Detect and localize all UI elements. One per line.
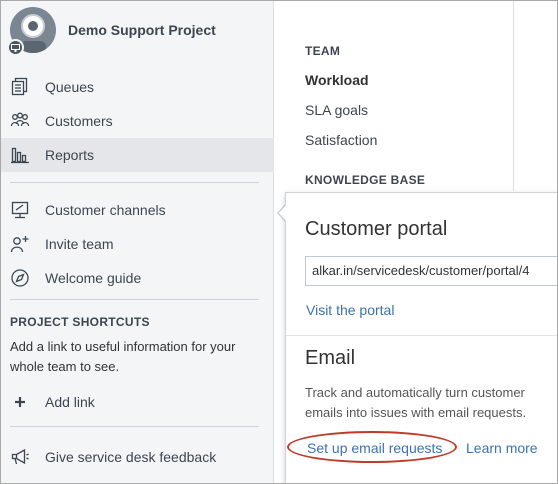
sidebar-item-label: Customer channels xyxy=(45,202,166,218)
sidebar-item-welcome-guide[interactable]: Welcome guide xyxy=(1,261,274,295)
project-sidebar: Demo Support Project Queues Customers Re… xyxy=(1,1,274,483)
feedback-label: Give service desk feedback xyxy=(45,449,217,465)
sidebar-divider xyxy=(10,426,259,427)
sidebar-divider xyxy=(10,182,259,183)
sidebar-item-customer-channels[interactable]: Customer channels xyxy=(1,193,274,227)
sidebar-item-label: Reports xyxy=(45,147,95,163)
sidebar-item-queues[interactable]: Queues xyxy=(1,70,274,104)
team-heading: TEAM xyxy=(305,44,341,58)
add-link-button[interactable]: Add link xyxy=(1,385,274,419)
plus-icon xyxy=(10,392,30,412)
sidebar-item-label: Invite team xyxy=(45,236,114,252)
report-link-sla-goals[interactable]: SLA goals xyxy=(305,102,368,118)
sidebar-item-reports[interactable]: Reports xyxy=(1,138,274,172)
monitor-badge-icon xyxy=(7,39,24,56)
email-title: Email xyxy=(305,347,356,369)
learn-more-link[interactable]: Learn more xyxy=(466,440,538,456)
add-person-icon xyxy=(10,234,30,254)
column-divider xyxy=(513,1,514,191)
megaphone-icon xyxy=(10,447,30,467)
reports-icon xyxy=(10,145,30,165)
monitor-icon xyxy=(10,200,30,220)
sidebar-item-label: Queues xyxy=(45,79,95,95)
compass-icon xyxy=(10,268,30,288)
popover-divider xyxy=(286,335,557,336)
project-shortcuts-description: Add a link to useful information for you… xyxy=(10,339,236,374)
customers-icon xyxy=(10,111,30,131)
add-link-label: Add link xyxy=(45,394,95,410)
email-description: Track and automatically turn customer em… xyxy=(305,385,527,420)
popover-arrow-fill xyxy=(279,204,287,222)
app-window: Demo Support Project Queues Customers Re… xyxy=(0,0,558,484)
project-header[interactable]: Demo Support Project xyxy=(1,1,274,63)
sidebar-divider xyxy=(10,299,259,300)
report-link-satisfaction[interactable]: Satisfaction xyxy=(305,132,377,148)
queues-icon xyxy=(10,77,30,97)
sidebar-item-customers[interactable]: Customers xyxy=(1,104,274,138)
knowledge-base-heading: KNOWLEDGE BASE xyxy=(305,173,426,187)
customer-portal-title: Customer portal xyxy=(305,218,448,240)
portal-url-field[interactable]: alkar.in/servicedesk/customer/portal/4 xyxy=(305,256,557,286)
sidebar-item-label: Welcome guide xyxy=(45,270,142,286)
project-title: Demo Support Project xyxy=(68,22,216,38)
sidebar-item-invite-team[interactable]: Invite team xyxy=(1,227,274,261)
visit-portal-link[interactable]: Visit the portal xyxy=(306,302,394,318)
sidebar-item-label: Customers xyxy=(45,113,113,129)
highlight-annotation xyxy=(287,431,457,463)
report-link-workload[interactable]: Workload xyxy=(305,72,369,88)
feedback-link[interactable]: Give service desk feedback xyxy=(1,440,274,474)
project-shortcuts-heading: PROJECT SHORTCUTS xyxy=(10,315,150,329)
